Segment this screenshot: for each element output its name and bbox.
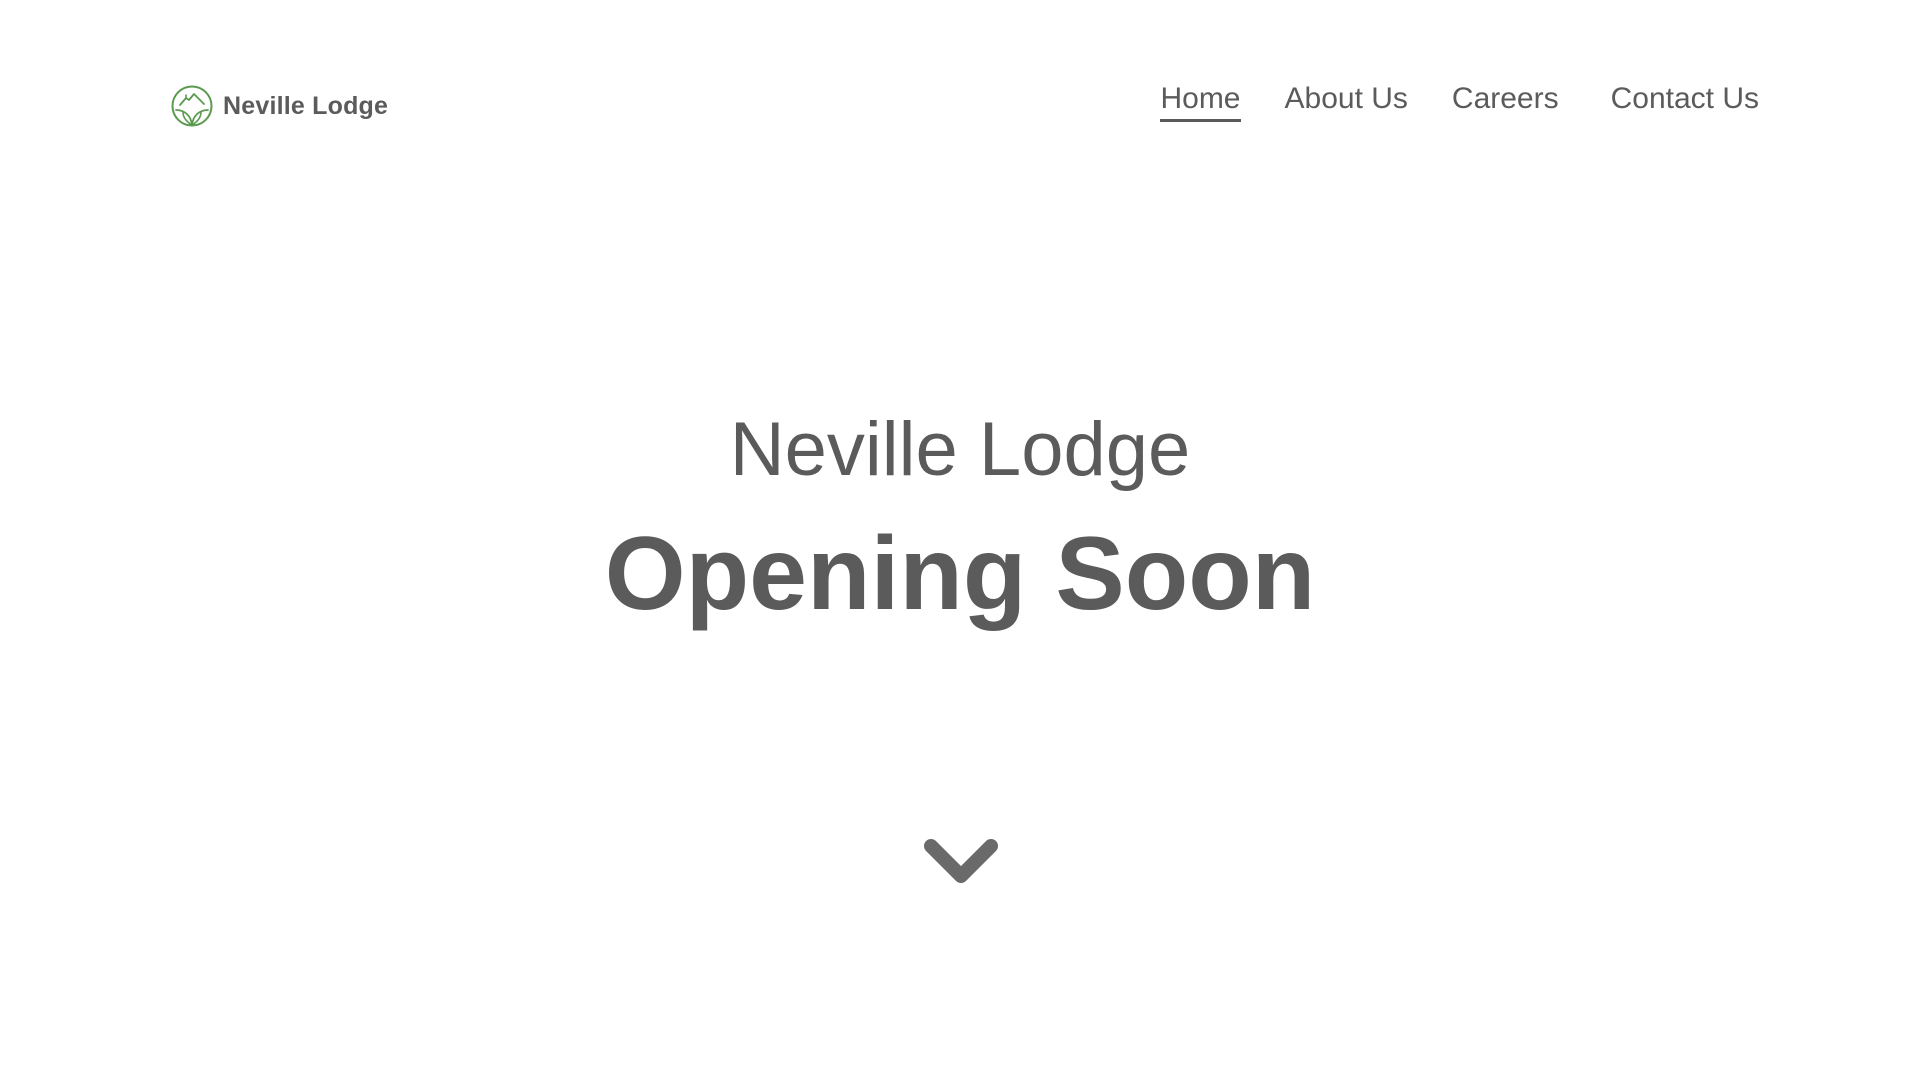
hero-subtitle: Neville Lodge [729, 407, 1191, 492]
nav-item-contact-us[interactable]: Contact Us [1611, 84, 1759, 122]
leaf-house-emblem-icon [171, 85, 213, 127]
nav-item-about-us[interactable]: About Us [1285, 84, 1408, 122]
hero-title: Opening Soon [604, 516, 1316, 632]
chevron-down-icon[interactable] [923, 836, 999, 890]
logo-text: Neville Lodge [223, 91, 389, 120]
nav-item-careers[interactable]: Careers [1452, 84, 1559, 122]
nav-item-home[interactable]: Home [1160, 84, 1241, 122]
hero-section: Neville Lodge Opening Soon [0, 407, 1920, 632]
main-nav: Home About Us Careers Contact Us [1160, 84, 1759, 128]
logo-link[interactable]: Neville Lodge [171, 85, 388, 127]
page: Neville Lodge Home About Us Careers Cont… [0, 0, 1920, 1080]
